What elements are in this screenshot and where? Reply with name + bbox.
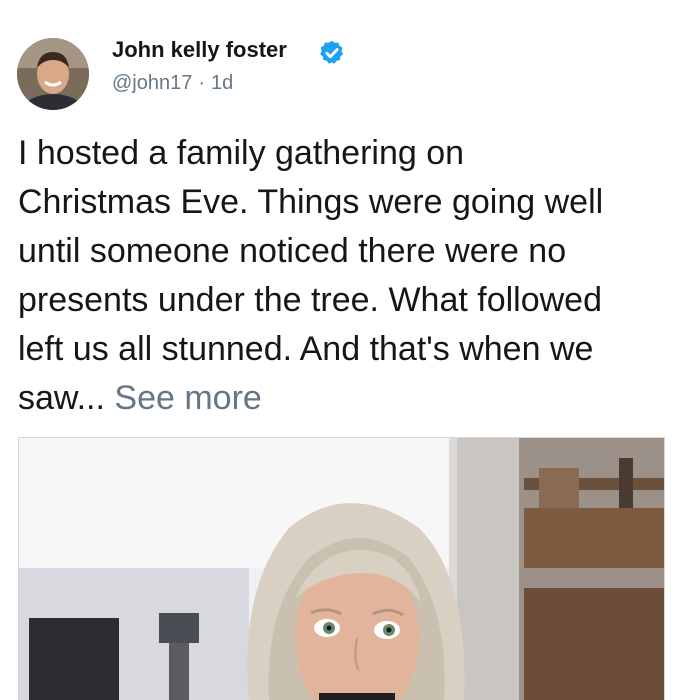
post-text-line: until someone noticed there were no (18, 232, 567, 270)
post-time[interactable]: 1d (211, 72, 233, 94)
post-text-line: presents under the tree. What followed (18, 281, 602, 319)
author-handle[interactable]: @john17 (112, 72, 192, 94)
post-text-line: saw... (18, 379, 105, 417)
meta-separator: · (198, 72, 206, 94)
post-text-line: Christmas Eve. Things were going well (18, 183, 604, 221)
author-avatar[interactable] (17, 38, 89, 110)
post-text-line: I hosted a family gathering on (18, 134, 465, 172)
see-more-link[interactable]: See more (114, 379, 261, 417)
post-text-line: left us all stunned. And that's when we (18, 330, 594, 368)
post-meta: @john17 · 1d (112, 72, 233, 95)
author-name[interactable]: John kelly foster (112, 37, 287, 63)
post-media-image[interactable] (18, 437, 665, 700)
post-text-last-line: saw... See more (18, 374, 698, 423)
post-card: John kelly foster @john17 · 1d I hosted a … (0, 0, 700, 700)
verified-badge-icon (320, 40, 343, 64)
avatar-photo (17, 38, 89, 110)
media-photo (19, 438, 664, 700)
post-body: I hosted a family gathering on Christmas… (18, 129, 698, 423)
